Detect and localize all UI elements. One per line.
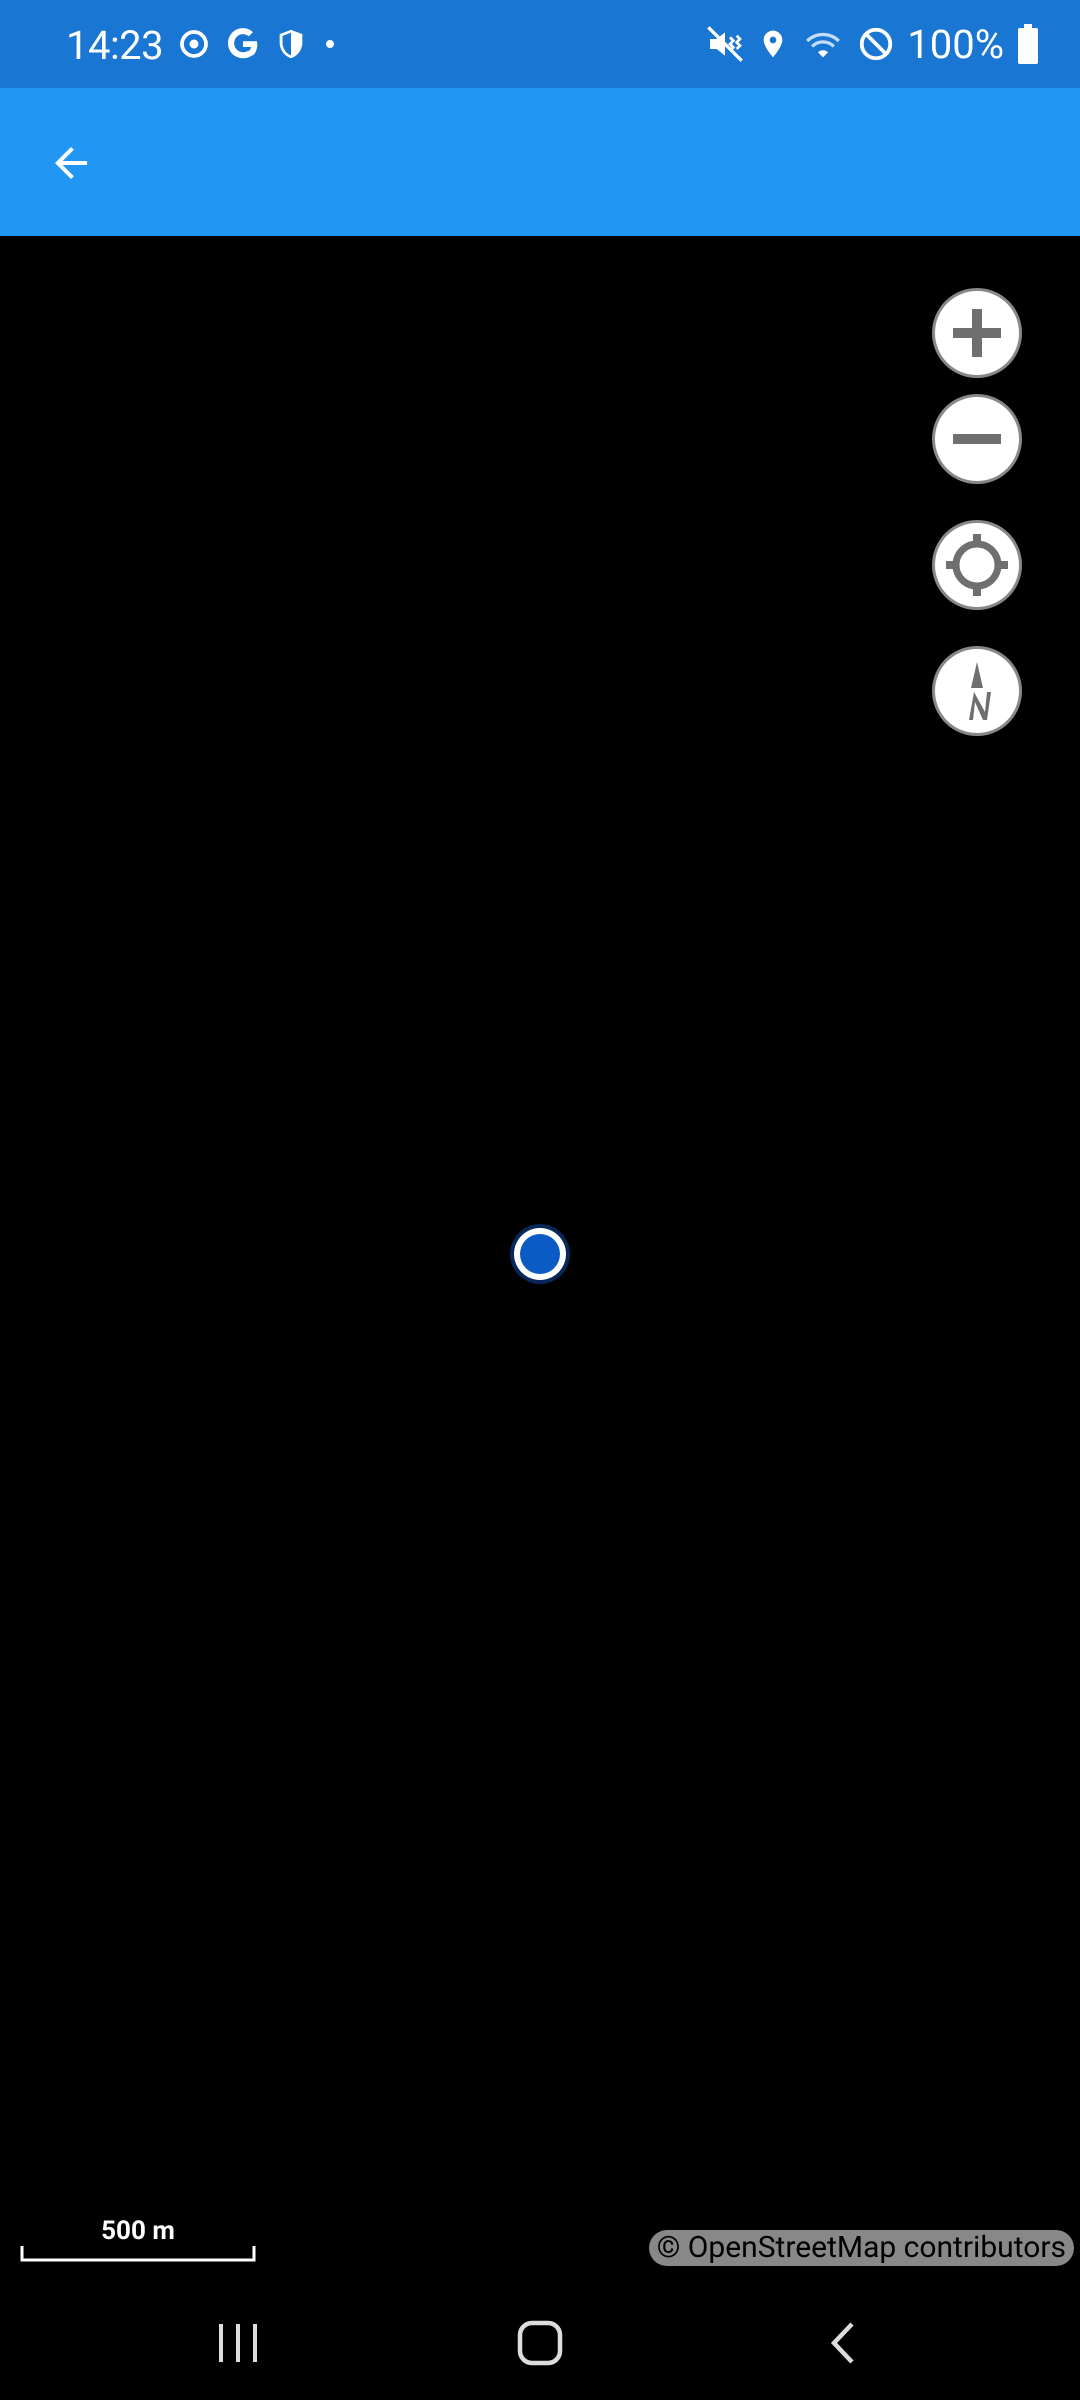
my-location-button[interactable] xyxy=(932,520,1022,610)
back-button[interactable] xyxy=(36,128,106,198)
arrow-back-icon xyxy=(55,147,87,179)
recents-icon xyxy=(219,2324,257,2362)
current-location-marker xyxy=(510,1224,570,1284)
navigation-bar xyxy=(0,2286,1080,2400)
notification-icons xyxy=(176,24,340,64)
do-not-disturb-icon xyxy=(860,27,893,61)
scale-ruler xyxy=(20,2246,256,2264)
battery-icon xyxy=(1018,24,1038,64)
compass-north-icon xyxy=(969,662,991,720)
home-button[interactable] xyxy=(500,2310,580,2376)
app-bar xyxy=(0,88,1080,236)
status-time: 14:23 xyxy=(66,22,164,69)
dot-icon xyxy=(326,40,334,48)
scale-bar: 500 m xyxy=(20,2216,256,2264)
home-icon xyxy=(517,2320,563,2366)
sync-icon xyxy=(180,30,208,58)
chevron-left-icon xyxy=(830,2322,854,2364)
zoom-out-button[interactable] xyxy=(932,394,1022,484)
wifi-icon xyxy=(806,32,841,58)
zoom-in-button[interactable] xyxy=(932,288,1022,378)
plus-icon xyxy=(953,309,1001,357)
battery-percent: 100% xyxy=(907,20,1004,68)
location-icon xyxy=(763,30,783,58)
shield-icon xyxy=(279,29,303,59)
google-icon xyxy=(227,28,258,59)
crosshair-icon xyxy=(946,534,1008,596)
system-icons: 100% xyxy=(705,20,1040,68)
status-bar: 14:23 100% xyxy=(0,0,1080,88)
recents-button[interactable] xyxy=(198,2310,278,2376)
map-attribution[interactable]: © OpenStreetMap contributors xyxy=(648,2230,1074,2266)
compass-button[interactable] xyxy=(932,646,1022,736)
nav-back-button[interactable] xyxy=(802,2310,882,2376)
mute-vibrate-icon xyxy=(707,26,744,62)
minus-icon xyxy=(953,434,1001,444)
